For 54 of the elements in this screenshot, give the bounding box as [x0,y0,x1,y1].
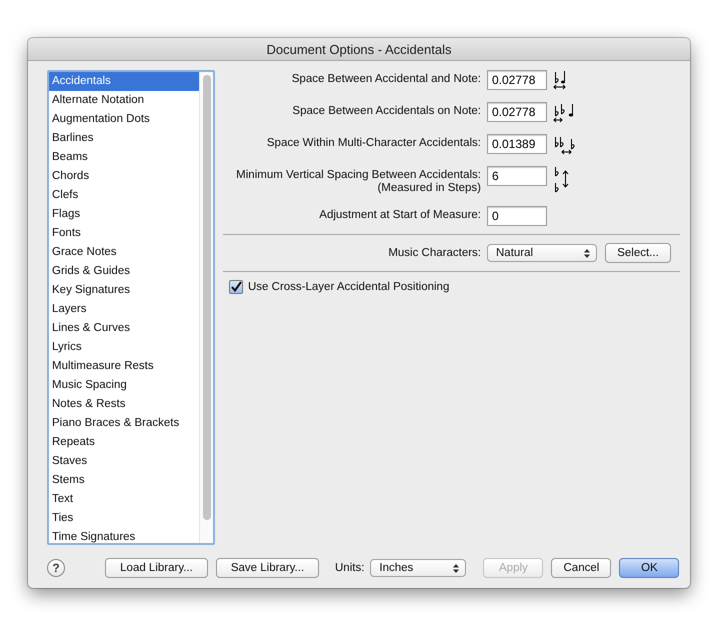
category-item[interactable]: Multimeasure Rests [49,357,199,376]
input-field[interactable]: 0.02778 [487,70,547,90]
setting-label: Adjustment at Start of Measure: [319,209,481,221]
category-item[interactable]: Chords [49,167,199,186]
input-field[interactable]: 0.01389 [487,134,547,154]
input-field[interactable]: 6 [487,166,547,186]
category-item[interactable]: Key Signatures [49,281,199,300]
input-field[interactable]: 0 [487,206,547,226]
checkbox[interactable] [229,280,243,294]
category-item[interactable]: Music Spacing [49,376,199,395]
updown-arrows-icon [453,564,460,572]
category-item[interactable]: Stems [49,471,199,490]
category-item[interactable]: Accidentals [49,72,199,91]
category-item[interactable]: Flags [49,205,199,224]
setting-note: (Measured in Steps) [377,182,481,194]
category-item[interactable]: Fonts [49,224,199,243]
window-title: Document Options - Accidentals [266,42,452,56]
category-item[interactable]: Beams [49,148,199,167]
category-item[interactable]: Barlines [49,129,199,148]
category-item[interactable]: Staves [49,452,199,471]
music-characters-select[interactable]: Natural [487,244,597,262]
category-item[interactable]: Repeats [49,433,199,452]
setting-label: Space Between Accidentals on Note: [292,105,481,117]
select-button[interactable]: Select... [605,243,671,263]
category-item[interactable]: Layers [49,300,199,319]
category-item[interactable]: Time Signatures [49,528,199,547]
scrollbar[interactable] [199,72,213,543]
category-item[interactable]: Lines & Curves [49,319,199,338]
setting-label: Space Between Accidental and Note: [292,73,481,85]
category-item[interactable]: Augmentation Dots [49,110,199,129]
flat-vertical-spacing-icon [553,166,571,194]
category-item[interactable]: Notes & Rests [49,395,199,414]
category-item[interactable]: Grace Notes [49,243,199,262]
load-library-button[interactable]: Load Library... [105,558,208,578]
category-item[interactable]: Alternate Notation [49,91,199,110]
category-item[interactable]: Lyrics [49,338,199,357]
input-field[interactable]: 0.02778 [487,102,547,122]
music-characters-label: Music Characters: [387,247,481,259]
dialog-button[interactable]: OK [619,558,680,578]
units-label: Units: [335,562,364,574]
category-item[interactable]: Piano Braces & Brackets [49,414,199,433]
setting-label: Minimum Vertical Spacing Between Accidentals: [236,169,481,181]
updown-arrows-icon [584,248,590,258]
help-button[interactable]: ? [47,559,65,577]
checkbox-label: Use Cross-Layer Accidental Positioning [248,281,450,293]
dialog-button[interactable]: Cancel [551,558,612,578]
save-library-button[interactable]: Save Library... [216,558,319,578]
category-item[interactable]: Text [49,490,199,509]
setting-label: Space Within Multi-Character Accidentals: [266,137,481,149]
category-item[interactable]: Clefs [49,186,199,205]
units-select[interactable]: Inches [370,559,466,577]
multi-flat-spacing-icon [553,134,577,156]
category-item[interactable]: Ties [49,509,199,528]
category-item[interactable]: Grids & Guides [49,262,199,281]
